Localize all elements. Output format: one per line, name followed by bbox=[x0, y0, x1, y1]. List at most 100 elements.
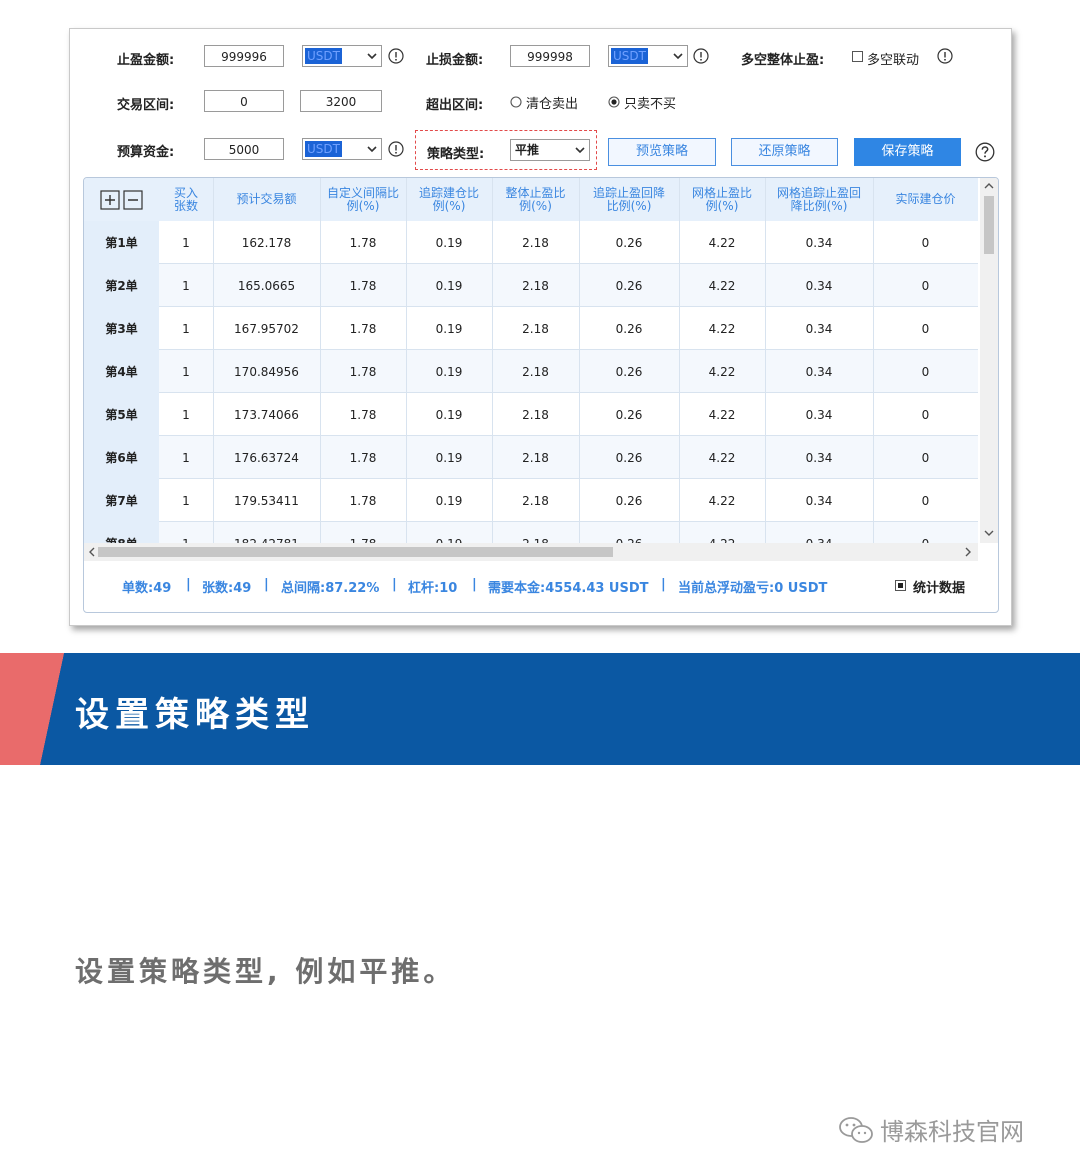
table-row[interactable]: 第2单 1 165.0665 1.78 0.19 2.18 0.26 4.22 … bbox=[84, 264, 978, 307]
cell: 179.53411 bbox=[234, 493, 299, 508]
horizontal-scrollbar[interactable] bbox=[84, 543, 978, 561]
linked-checkbox[interactable] bbox=[852, 51, 863, 62]
strategy-type-label: 策略类型: bbox=[427, 147, 485, 162]
stats-bar: 单数:49 | 张数:49 | 总间隔:87.22% | 杠杆:10 | 需要本… bbox=[84, 561, 996, 610]
cell: 0.19 bbox=[435, 321, 463, 336]
stop-loss-currency-select[interactable]: USDT bbox=[608, 45, 688, 67]
info-icon[interactable] bbox=[937, 48, 953, 64]
header-trail-tp-pullback: 追踪止盈回降比例(%) bbox=[592, 185, 665, 213]
table-row[interactable]: 第1单 1 162.178 1.78 0.19 2.18 0.26 4.22 0… bbox=[84, 221, 978, 264]
take-profit-input[interactable]: 999996 bbox=[204, 45, 284, 67]
watermark-text: 博森科技官网 bbox=[880, 1118, 1024, 1146]
stat-separator: | bbox=[186, 577, 191, 592]
vertical-scrollbar[interactable] bbox=[980, 178, 998, 543]
cell: 0.26 bbox=[615, 364, 643, 379]
budget-currency-value: USDT bbox=[305, 141, 342, 157]
take-profit-currency-value: USDT bbox=[305, 48, 342, 64]
info-icon[interactable] bbox=[388, 141, 404, 157]
row-label: 第3单 bbox=[84, 307, 159, 350]
cell: 1 bbox=[182, 278, 190, 293]
cell: 173.74066 bbox=[234, 407, 299, 422]
column-divider bbox=[213, 178, 214, 543]
stat-separator: | bbox=[661, 577, 666, 592]
outside-range-label: 超出区间: bbox=[426, 98, 484, 113]
cell: 4.22 bbox=[708, 278, 736, 293]
stat-total-interval: 总间隔:87.22% bbox=[281, 581, 380, 596]
table-row[interactable]: 第7单 1 179.53411 1.78 0.19 2.18 0.26 4.22… bbox=[84, 479, 978, 522]
cell: 2.18 bbox=[522, 321, 549, 336]
cell: 2.18 bbox=[522, 407, 549, 422]
column-divider bbox=[873, 178, 874, 543]
cell: 1 bbox=[182, 321, 190, 336]
table-row[interactable]: 第3单 1 167.95702 1.78 0.19 2.18 0.26 4.22… bbox=[84, 307, 978, 350]
chevron-down-icon bbox=[367, 146, 377, 153]
cell: 0.26 bbox=[615, 235, 643, 250]
cell: 0 bbox=[921, 278, 930, 293]
table-row[interactable]: 第6单 1 176.63724 1.78 0.19 2.18 0.26 4.22… bbox=[84, 436, 978, 479]
cell: 1 bbox=[182, 364, 190, 379]
scroll-left-icon[interactable] bbox=[88, 547, 96, 557]
range-max-input[interactable]: 3200 bbox=[300, 90, 382, 112]
stat-principal: 需要本金:4554.43 USDT bbox=[488, 581, 649, 596]
row-label: 第2单 bbox=[84, 264, 159, 307]
table-row[interactable]: 第5单 1 173.74066 1.78 0.19 2.18 0.26 4.22… bbox=[84, 393, 978, 436]
header-custom-interval: 自定义间隔比例(%) bbox=[327, 185, 400, 213]
take-profit-currency-select[interactable]: USDT bbox=[302, 45, 382, 67]
vertical-scroll-thumb[interactable] bbox=[984, 196, 994, 254]
cell: 0 bbox=[921, 450, 930, 465]
preview-strategy-button[interactable]: 预览策略 bbox=[608, 138, 716, 166]
expand-collapse-controls bbox=[84, 178, 159, 221]
cell: 0 bbox=[921, 493, 930, 508]
cell: 1.78 bbox=[349, 364, 377, 379]
cell: 4.22 bbox=[708, 450, 736, 465]
stats-toggle-checkbox[interactable] bbox=[895, 580, 906, 591]
radio-clear[interactable] bbox=[510, 96, 522, 108]
cell: 2.18 bbox=[492, 522, 579, 544]
strategy-settings-panel: 止盈金额: 999996 USDT 止损金额: 999998 USDT 多空整体… bbox=[69, 28, 1012, 626]
stop-loss-currency-value: USDT bbox=[611, 48, 648, 64]
checkbox-mark bbox=[898, 583, 903, 588]
save-strategy-button[interactable]: 保存策略 bbox=[854, 138, 961, 166]
budget-currency-select[interactable]: USDT bbox=[302, 138, 382, 160]
cell: 1 bbox=[182, 450, 190, 465]
cell: 0.26 bbox=[615, 278, 643, 293]
info-icon[interactable] bbox=[388, 48, 404, 64]
scroll-right-icon[interactable] bbox=[964, 547, 972, 557]
restore-strategy-button[interactable]: 还原策略 bbox=[731, 138, 838, 166]
column-divider bbox=[320, 178, 321, 543]
scroll-up-icon[interactable] bbox=[984, 182, 994, 190]
row-label: 第8单 bbox=[84, 522, 159, 543]
cell: 0.26 bbox=[579, 522, 679, 544]
watermark: 博森科技官网 bbox=[838, 1112, 1024, 1147]
info-icon[interactable] bbox=[693, 48, 709, 64]
range-min-input[interactable]: 0 bbox=[204, 90, 284, 112]
banner-accent-edge bbox=[40, 653, 64, 765]
cell: 0.34 bbox=[805, 407, 833, 422]
cell: 1 bbox=[182, 235, 190, 250]
table-body: 第1单 1 162.178 1.78 0.19 2.18 0.26 4.22 0… bbox=[84, 221, 978, 543]
linked-label: 多空联动 bbox=[867, 53, 920, 68]
scroll-down-icon[interactable] bbox=[984, 529, 994, 537]
cell: 2.18 bbox=[522, 493, 549, 508]
cell: 170.84956 bbox=[234, 364, 299, 379]
budget-input[interactable]: 5000 bbox=[204, 138, 284, 160]
budget-label: 预算资金: bbox=[117, 145, 175, 160]
expand-icon[interactable] bbox=[100, 189, 120, 210]
cell: 167.95702 bbox=[234, 321, 299, 336]
stop-loss-input[interactable]: 999998 bbox=[510, 45, 590, 67]
cell: 1 bbox=[182, 407, 190, 422]
table-row[interactable]: 第8单 1 182.42781 1.78 0.19 2.18 0.26 4.22… bbox=[84, 522, 978, 543]
cell: 4.22 bbox=[708, 493, 736, 508]
cell: 1.78 bbox=[349, 407, 377, 422]
cell: 1 bbox=[182, 493, 190, 508]
cell: 0.19 bbox=[435, 407, 463, 422]
radio-sell-only[interactable] bbox=[608, 96, 620, 108]
horizontal-scroll-thumb[interactable] bbox=[98, 547, 613, 557]
table-row[interactable]: 第4单 1 170.84956 1.78 0.19 2.18 0.26 4.22… bbox=[84, 350, 978, 393]
stat-separator: | bbox=[392, 577, 397, 592]
help-icon[interactable] bbox=[975, 142, 995, 162]
collapse-icon[interactable] bbox=[123, 189, 143, 210]
cell: 0.34 bbox=[805, 450, 833, 465]
strategy-type-select[interactable]: 平推 bbox=[510, 139, 590, 161]
column-divider bbox=[765, 178, 766, 543]
